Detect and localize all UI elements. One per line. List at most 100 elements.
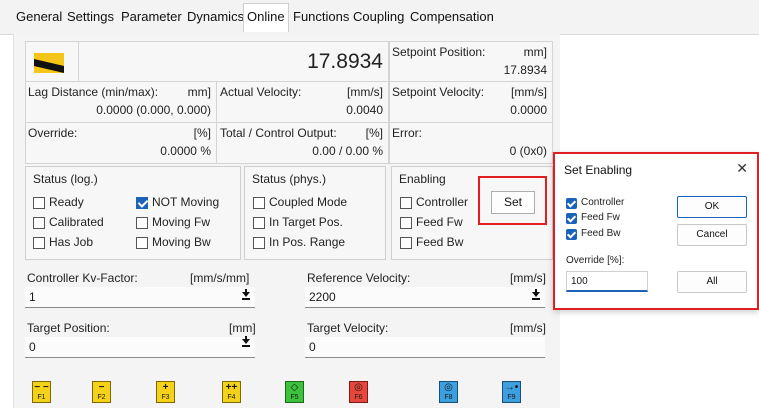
setpoint-position-unit: mm]: [523, 45, 547, 59]
position-value: 17.8934: [307, 50, 383, 73]
target-velocity-value: 0: [309, 340, 316, 354]
tab-settings[interactable]: Settings: [67, 9, 114, 24]
in-target-pos-label: In Target Pos.: [269, 215, 343, 229]
setpoint-position-cell: Setpoint Position: mm] 17.8934: [389, 41, 553, 83]
home-diamond-icon: ◇: [290, 382, 299, 393]
kv-factor-unit: [mm/s/mm]: [190, 271, 250, 285]
enabling-controller-checkbox: [400, 197, 412, 209]
target-position-value: 0: [29, 340, 36, 354]
position-display: 17.8934: [25, 41, 389, 83]
not-moving-label: NOT Moving: [152, 195, 220, 209]
tab-compensation[interactable]: Compensation: [410, 9, 494, 24]
reference-velocity-unit: [mm/s]: [510, 271, 546, 285]
dialog-override-input[interactable]: 100: [566, 271, 648, 292]
status-phys-title: Status (phys.): [252, 172, 327, 186]
kv-factor-value: 1: [29, 290, 36, 304]
not-moving-checkbox: [136, 197, 148, 209]
has-job-checkbox: [33, 237, 45, 249]
target-velocity-input[interactable]: 0: [305, 337, 545, 358]
dialog-override-value: 100: [571, 276, 588, 287]
actual-velocity-unit: [mm/s]: [347, 85, 383, 99]
dialog-cancel-button[interactable]: Cancel: [677, 224, 747, 246]
error-cell: Error: 0 (0x0): [389, 122, 553, 164]
tab-online[interactable]: Online: [243, 3, 289, 32]
override-cell: Override: [%] 0.0000 %: [25, 122, 217, 164]
coupled-mode-checkbox: [253, 197, 265, 209]
jog-fast-backward-icon: − −: [34, 382, 49, 393]
setpoint-velocity-label: Setpoint Velocity:: [392, 85, 485, 99]
in-pos-range-checkbox: [253, 237, 265, 249]
enabling-title: Enabling: [399, 172, 446, 186]
enabling-feed-bw-checkbox: [400, 237, 412, 249]
reference-velocity-label: Reference Velocity:: [307, 271, 411, 285]
f9-move-to-target-button[interactable]: →• F9: [502, 381, 521, 403]
error-value: 0 (0x0): [509, 144, 547, 158]
f6-stop-button[interactable]: ◎ F6: [349, 381, 368, 403]
dialog-feed-fw-checkbox[interactable]: [566, 213, 577, 224]
actual-velocity-value: 0.0040: [346, 103, 383, 117]
jog-forward-icon: +: [162, 382, 169, 393]
set-enabling-dialog: Set Enabling ✕ Controller Feed Fw Feed B…: [553, 152, 759, 310]
target-velocity-unit: [mm/s]: [510, 321, 546, 335]
total-output-value: 0.00 / 0.00 %: [312, 144, 383, 158]
reference-velocity-spin-icon[interactable]: [531, 289, 541, 301]
f4-jog-fast-forward-button[interactable]: ++ F4: [222, 381, 241, 403]
dialog-title: Set Enabling: [564, 163, 633, 177]
moving-bw-checkbox: [136, 237, 148, 249]
dialog-controller-checkbox[interactable]: [566, 198, 577, 209]
setpoint-position-value: 17.8934: [503, 63, 547, 77]
override-unit: [%]: [193, 126, 211, 140]
axis-logo-icon: [34, 53, 64, 73]
kv-factor-label: Controller Kv-Factor:: [27, 271, 138, 285]
tab-bar: General Settings Parameter Dynamics Onli…: [0, 0, 759, 35]
reference-velocity-input[interactable]: 2200: [305, 287, 545, 308]
enabling-feed-bw-label: Feed Bw: [416, 235, 464, 249]
tab-functions[interactable]: Functions: [293, 9, 349, 24]
dialog-override-label: Override [%]:: [566, 255, 625, 266]
tab-coupling[interactable]: Coupling: [353, 9, 404, 24]
calibrated-label: Calibrated: [49, 215, 104, 229]
override-label: Override:: [28, 126, 78, 140]
lag-distance-value: 0.0000 (0.000, 0.000): [96, 103, 211, 117]
f2-jog-backward-button[interactable]: − F2: [92, 381, 111, 403]
kv-factor-input[interactable]: 1: [25, 287, 255, 308]
total-output-unit: [%]: [365, 126, 383, 140]
dialog-ok-button[interactable]: OK: [677, 196, 747, 218]
reference-velocity-value: 2200: [309, 290, 336, 304]
stop-target-icon: ◎: [354, 382, 363, 393]
override-value: 0.0000 %: [160, 144, 211, 158]
setpoint-velocity-cell: Setpoint Velocity: [mm/s] 0.0000: [389, 81, 553, 123]
jog-backward-icon: −: [98, 382, 105, 393]
in-pos-range-label: In Pos. Range: [269, 235, 346, 249]
status-log-group: Status (log.) Ready Calibrated Has Job N…: [25, 166, 241, 260]
ready-checkbox: [33, 197, 45, 209]
f5-home-button[interactable]: ◇ F5: [285, 381, 304, 403]
moving-bw-label: Moving Bw: [152, 235, 211, 249]
reset-target-icon: ◎: [444, 382, 453, 393]
move-to-target-icon: →•: [504, 382, 519, 393]
moving-fw-label: Moving Fw: [152, 215, 211, 229]
kv-factor-spin-icon[interactable]: [241, 289, 251, 301]
lag-distance-unit: mm]: [187, 85, 211, 99]
dialog-all-button[interactable]: All: [677, 271, 747, 293]
jog-fast-forward-icon: ++: [225, 382, 238, 393]
target-position-label: Target Position:: [27, 321, 110, 335]
total-output-label: Total / Control Output:: [220, 126, 337, 140]
dialog-feed-bw-checkbox[interactable]: [566, 229, 577, 240]
lag-distance-label: Lag Distance (min/max):: [28, 85, 159, 99]
dialog-feed-bw-label: Feed Bw: [581, 228, 621, 239]
tab-dynamics[interactable]: Dynamics: [187, 9, 244, 24]
enabling-feed-fw-label: Feed Fw: [416, 215, 463, 229]
target-position-spin-icon[interactable]: [241, 336, 251, 348]
set-enabling-button[interactable]: Set: [491, 191, 535, 214]
f1-jog-fast-backward-button[interactable]: − − F1: [32, 381, 51, 403]
close-icon[interactable]: ✕: [736, 160, 748, 177]
target-position-input[interactable]: 0: [25, 337, 255, 358]
f3-jog-forward-button[interactable]: + F3: [156, 381, 175, 403]
tab-general[interactable]: General: [16, 9, 62, 24]
setpoint-velocity-unit: [mm/s]: [511, 85, 547, 99]
dialog-feed-fw-label: Feed Fw: [581, 212, 620, 223]
tab-parameter[interactable]: Parameter: [121, 9, 182, 24]
setpoint-position-label: Setpoint Position:: [392, 45, 486, 59]
f8-reset-button[interactable]: ◎ F8: [439, 381, 458, 403]
